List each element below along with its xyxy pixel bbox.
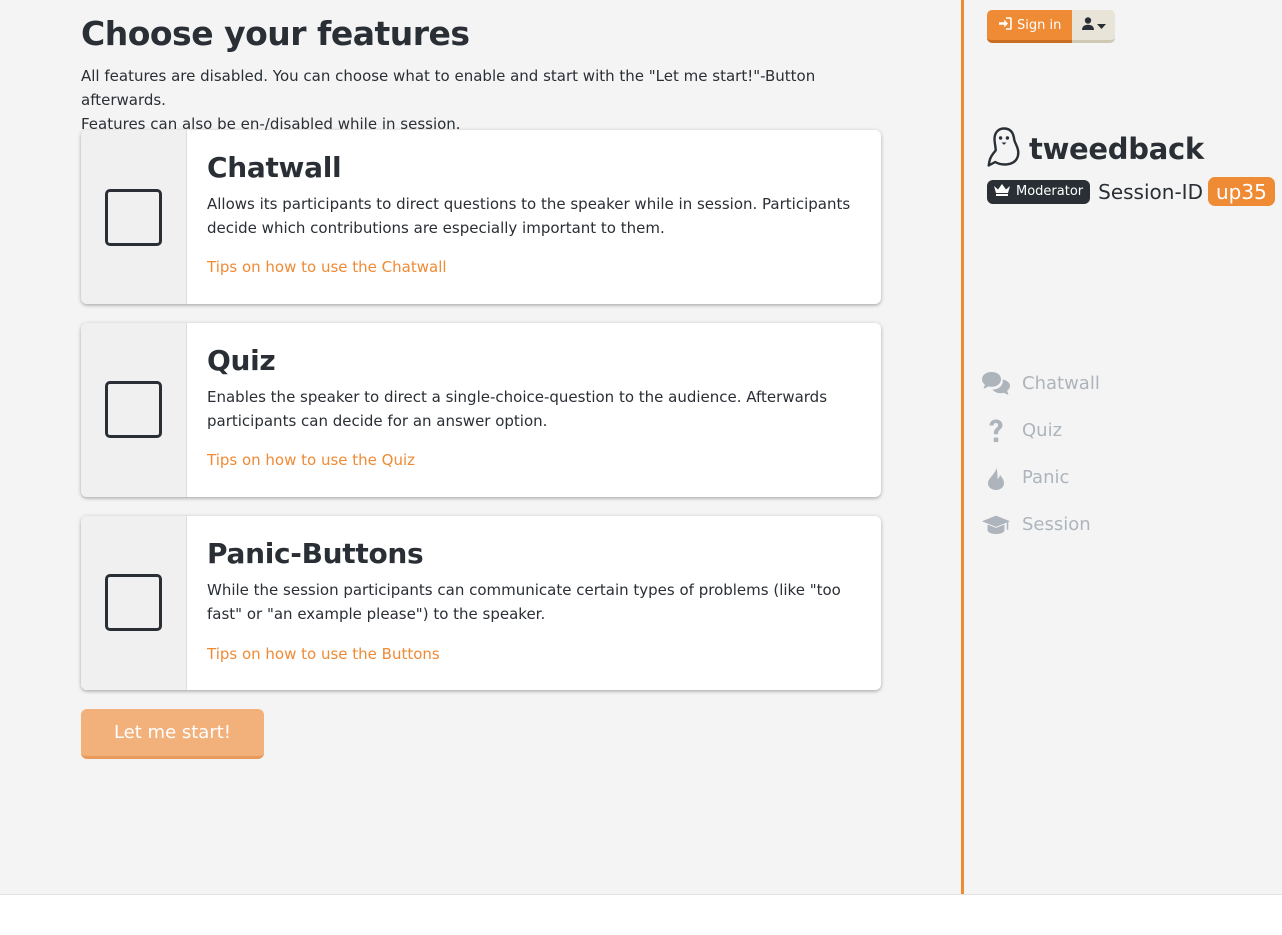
nav-label: Quiz bbox=[1022, 420, 1063, 441]
sign-in-button[interactable]: Sign in bbox=[987, 10, 1073, 43]
checkbox-chatwall[interactable] bbox=[105, 189, 162, 246]
nav-item-session[interactable]: Session bbox=[981, 501, 1100, 548]
feature-toggle-quiz[interactable] bbox=[81, 323, 187, 497]
page-title: Choose your features bbox=[81, 14, 470, 53]
main-content: Choose your features All features are di… bbox=[81, 14, 881, 136]
session-id-label: Session-ID bbox=[1098, 179, 1203, 204]
tips-link-chatwall[interactable]: Tips on how to use the Chatwall bbox=[207, 257, 447, 277]
feature-description: Enables the speaker to direct a single-c… bbox=[207, 388, 828, 430]
feature-title: Quiz bbox=[207, 344, 276, 377]
checkbox-panic[interactable] bbox=[105, 574, 162, 631]
session-id-badge: up35 bbox=[1207, 177, 1275, 206]
graduation-cap-icon bbox=[981, 510, 1011, 540]
sign-in-label: Sign in bbox=[1017, 17, 1062, 33]
bottom-strip bbox=[0, 894, 1282, 935]
intro-text: All features are disabled. You can choos… bbox=[81, 64, 881, 136]
crown-icon bbox=[993, 183, 1011, 200]
fire-icon bbox=[981, 463, 1011, 493]
feature-card-panic: Panic-Buttons While the session particip… bbox=[81, 516, 881, 690]
checkbox-quiz[interactable] bbox=[105, 381, 162, 438]
user-menu-button[interactable] bbox=[1072, 10, 1116, 43]
user-icon bbox=[1081, 17, 1094, 33]
nav-label: Chatwall bbox=[1022, 373, 1100, 394]
feature-card-body: Chatwall Allows its participants to dire… bbox=[207, 152, 861, 277]
nav-item-panic[interactable]: Panic bbox=[981, 454, 1100, 501]
let-me-start-button[interactable]: Let me start! bbox=[81, 709, 264, 759]
comments-icon bbox=[981, 369, 1011, 399]
feature-description: Allows its participants to direct questi… bbox=[207, 195, 851, 237]
signin-button-group: Sign in bbox=[987, 10, 1116, 43]
feature-nav: Chatwall Quiz Panic Session bbox=[981, 360, 1100, 548]
question-icon bbox=[981, 416, 1011, 446]
sidebar: Sign in tweedback Moderator Session-ID u… bbox=[961, 0, 1282, 895]
nav-label: Session bbox=[1022, 514, 1091, 535]
feature-title: Panic-Buttons bbox=[207, 537, 424, 570]
tips-link-quiz[interactable]: Tips on how to use the Quiz bbox=[207, 450, 415, 470]
feature-title: Chatwall bbox=[207, 151, 342, 184]
intro-line: All features are disabled. You can choos… bbox=[81, 67, 816, 109]
brand-name: tweedback bbox=[1029, 132, 1204, 166]
feature-card-quiz: Quiz Enables the speaker to direct a sin… bbox=[81, 323, 881, 497]
sign-in-icon bbox=[998, 16, 1012, 34]
moderator-label: Moderator bbox=[1016, 184, 1084, 199]
chevron-down-icon bbox=[1096, 18, 1106, 33]
tips-link-panic[interactable]: Tips on how to use the Buttons bbox=[207, 644, 440, 664]
brand: tweedback bbox=[987, 126, 1204, 172]
app-root: Choose your features All features are di… bbox=[0, 0, 1282, 895]
session-info: Moderator Session-ID up35 bbox=[987, 177, 1275, 206]
feature-card-body: Panic-Buttons While the session particip… bbox=[207, 538, 861, 664]
feature-toggle-panic[interactable] bbox=[81, 516, 187, 690]
tweedback-logo-icon bbox=[987, 126, 1021, 172]
feature-toggle-chatwall[interactable] bbox=[81, 130, 187, 304]
nav-item-quiz[interactable]: Quiz bbox=[981, 407, 1100, 454]
moderator-badge: Moderator bbox=[987, 179, 1091, 204]
feature-description: While the session participants can commu… bbox=[207, 581, 841, 623]
nav-item-chatwall[interactable]: Chatwall bbox=[981, 360, 1100, 407]
feature-card-chatwall: Chatwall Allows its participants to dire… bbox=[81, 130, 881, 304]
nav-label: Panic bbox=[1022, 467, 1070, 488]
feature-card-body: Quiz Enables the speaker to direct a sin… bbox=[207, 345, 861, 470]
